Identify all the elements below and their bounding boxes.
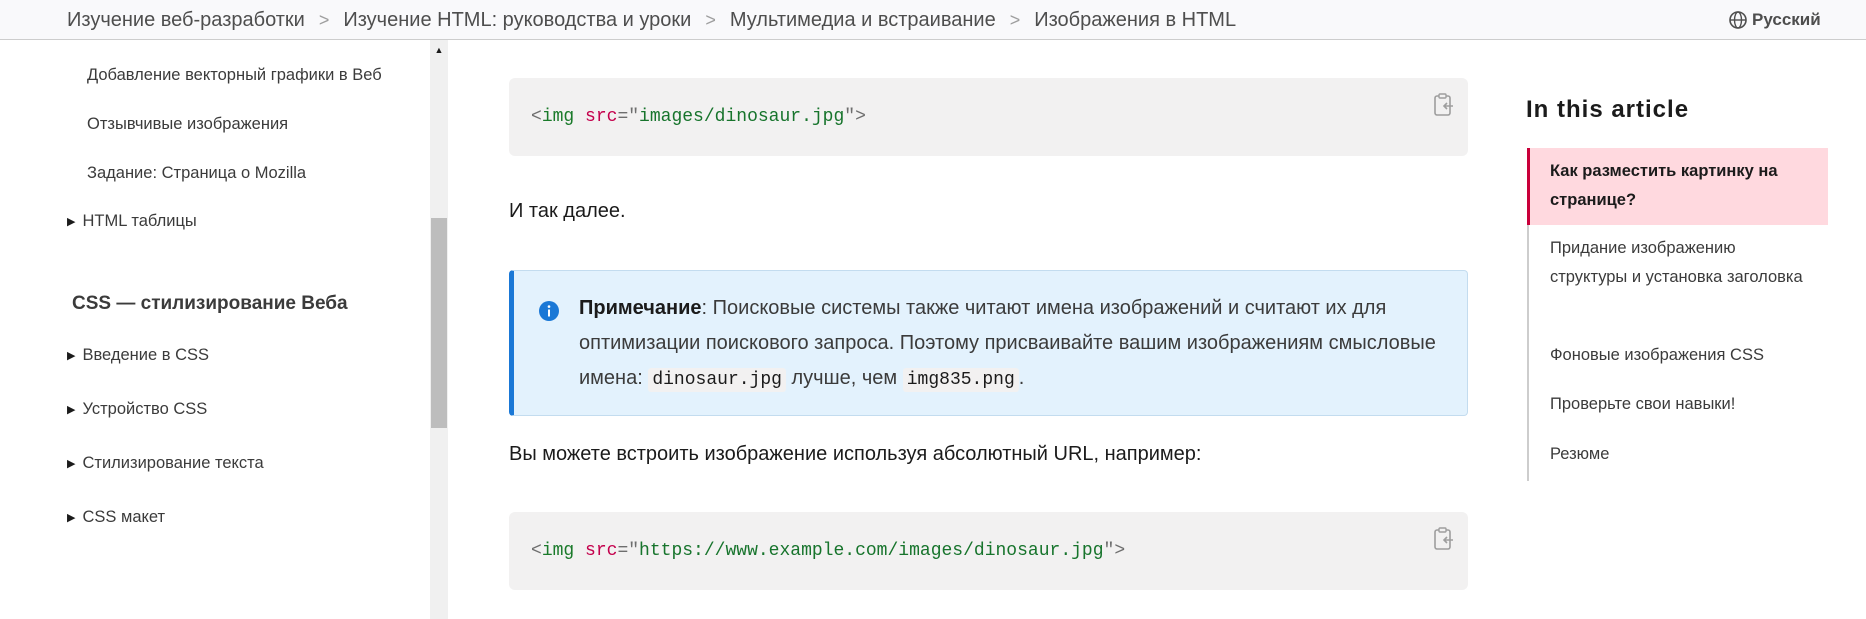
breadcrumb-separator: > [318,9,330,30]
note-label: Примечание [579,297,702,319]
info-icon [539,301,559,321]
breadcrumb-separator: > [1009,9,1021,30]
breadcrumb: Изучение веб-разработки > Изучение HTML:… [67,0,1236,40]
sidebar: Добавление векторный графики в Веб Отзыв… [0,40,430,619]
table-of-contents: Как разместить картинку на странице? При… [1527,148,1828,481]
sidebar-group-css-intro[interactable]: ▶ Введение в CSS [67,346,209,365]
toc-item-summary[interactable]: Резюме [1550,440,1810,469]
sidebar-scrollbar-thumb[interactable] [431,218,447,428]
code-token: "> [1103,541,1126,561]
breadcrumb-item-learn-html[interactable]: Изучение HTML: руководства и уроки [343,9,691,32]
clipboard-copy-icon[interactable] [1432,92,1456,118]
code-token: < [531,107,542,127]
inline-code: dinosaur.jpg [648,368,786,392]
code-token: img [541,107,575,127]
breadcrumb-separator: > [705,9,716,30]
toc-item-place-image[interactable]: Как разместить картинку на странице? [1550,157,1810,215]
breadcrumb-item-multimedia[interactable]: Мультимедиа и встраивание [730,9,996,32]
clipboard-copy-icon[interactable] [1432,526,1456,552]
language-switcher[interactable]: Русский [1728,0,1821,40]
sidebar-group-css-layout[interactable]: ▶ CSS макет [67,508,165,527]
toc-item-css-backgrounds[interactable]: Фоновые изображения CSS [1550,341,1810,370]
sidebar-group-label: Введение в CSS [82,346,210,364]
code-example-relative: < img src =" images/dinosaur.jpg "> [509,78,1468,156]
sidebar-item-responsive-images[interactable]: Отзывчивые изображения [87,115,288,134]
expand-triangle-icon: ▶ [67,512,76,524]
expand-triangle-icon: ▶ [67,216,76,228]
note-text: Примечание: Поисковые системы также чита… [579,291,1459,398]
note-body: . [1018,367,1025,389]
code-example-absolute: < img src =" https://www.example.com/images… [509,512,1468,590]
code-token: img [541,541,575,561]
sidebar-group-label: CSS макет [82,508,166,526]
sidebar-group-html-tables[interactable]: ▶ HTML таблицы [67,212,197,231]
sidebar-group-label: HTML таблицы [82,212,197,230]
paragraph-absolute-url: Вы можете встроить изображение используя… [509,443,1202,465]
sidebar-group-css-building-blocks[interactable]: ▶ Устройство CSS [67,400,207,419]
globe-icon [1729,11,1747,29]
breadcrumb-item-learn-web-dev[interactable]: Изучение веб-разработки [67,9,305,32]
breadcrumb-item-images-in-html[interactable]: Изображения в HTML [1034,9,1236,32]
sidebar-item-vector-graphics[interactable]: Добавление векторный графики в Веб [87,66,382,85]
scroll-up-arrow-icon[interactable]: ▲ [430,44,448,56]
note-body: лучше, чем [785,367,903,389]
code-token: images/dinosaur.jpg [639,107,845,127]
sidebar-group-styling-text[interactable]: ▶ Стилизирование текста [67,454,264,473]
sidebar-item-mozilla-page[interactable]: Задание: Страница о Mozilla [87,164,306,183]
code-token: =" [617,541,640,561]
code-token: < [531,541,542,561]
expand-triangle-icon: ▶ [67,350,76,362]
sidebar-group-label: Стилизирование текста [82,454,264,472]
code-token: =" [617,107,640,127]
note-callout: Примечание: Поисковые системы также чита… [509,270,1468,416]
expand-triangle-icon: ▶ [67,458,76,470]
code-token: src [585,107,618,127]
paragraph-and-so-on: И так далее. [509,200,626,222]
code-token: "> [844,107,866,127]
language-label: Русский [1752,10,1821,29]
code-token: src [585,541,618,561]
inline-code: img835.png [902,368,1019,392]
expand-triangle-icon: ▶ [67,404,76,416]
toc-item-figure-caption[interactable]: Придание изображению структуры и установ… [1550,234,1810,292]
top-bar: Изучение веб-разработки > Изучение HTML:… [0,0,1866,40]
sidebar-section-heading: CSS — стилизирование Веба [72,293,348,314]
toc-item-test-skills[interactable]: Проверьте свои навыки! [1550,390,1810,419]
toc-title: In this article [1526,96,1690,123]
sidebar-group-label: Устройство CSS [82,400,208,418]
code-token: https://www.example.com/images/dinosaur.… [639,541,1104,561]
